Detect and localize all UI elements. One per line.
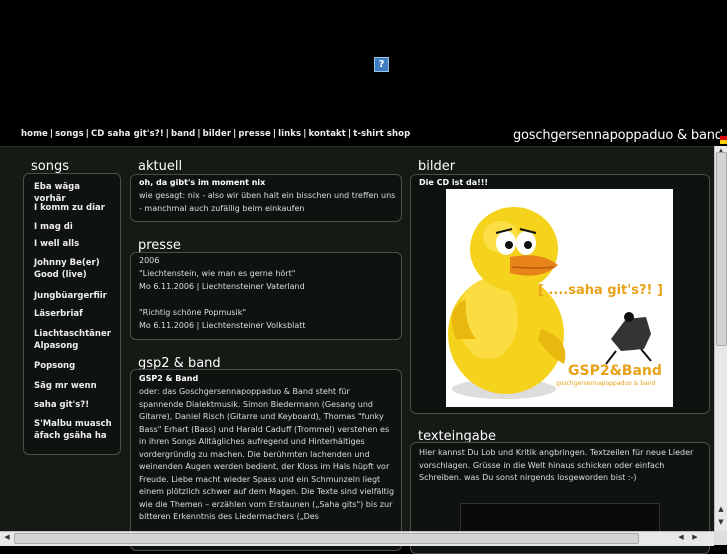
gsp2-heading: GSP2 & Band	[139, 374, 199, 383]
vertical-scroll-thumb[interactable]	[716, 152, 727, 346]
aktuell-title: aktuell	[138, 159, 183, 174]
presse-year: 2006	[139, 256, 160, 265]
scroll-left-icon-right[interactable]: ◀	[676, 533, 686, 541]
brand-name: goschgersennapoppaduo & band	[513, 128, 723, 143]
nav-link-2[interactable]: CD saha git's?!	[91, 129, 164, 139]
nav-separator: |	[49, 129, 54, 139]
cd-slogan: [ ....saha git's?! ]	[538, 283, 663, 298]
nav-separator: |	[197, 129, 201, 139]
nav-link-3[interactable]: band	[171, 129, 195, 139]
song-link-6[interactable]: Läserbriaf	[34, 308, 114, 320]
nav-separator: |	[165, 129, 170, 139]
song-link-3[interactable]: I well alls	[34, 238, 114, 250]
nav-separator: |	[347, 129, 352, 139]
nav-link-5[interactable]: presse	[238, 129, 271, 139]
horizontal-scroll-thumb[interactable]	[14, 533, 639, 544]
songs-menu: Eba wäga vorhär I komm zu diar I mag di I w…	[23, 173, 121, 455]
presse-box: 2006 "Liechtenstein, wie man es gerne hö…	[130, 252, 402, 340]
song-link-4[interactable]: Johnny Be(er) Good (live)	[34, 257, 114, 281]
main-nav: home | songs | CD saha git's?! | band | bilder | p…	[21, 129, 410, 139]
aktuell-heading: oh, da gibt's im moment nix	[139, 178, 266, 187]
song-link-5[interactable]: Jungbüargerfiir	[34, 290, 114, 302]
nav-separator: |	[233, 129, 237, 139]
nav-link-6[interactable]: links	[278, 129, 301, 139]
presse-quote-2[interactable]: "Richtig schöne Popmusik"	[139, 307, 246, 320]
gsp2-text: oder: das Goschgersennapoppaduo & Band s…	[139, 387, 395, 521]
presse-quote-1[interactable]: "Liechtenstein, wie man es gerne hört"	[139, 268, 295, 281]
bilder-title: bilder	[418, 159, 456, 174]
nav-link-8[interactable]: t-shirt shop	[353, 129, 410, 139]
scroll-left-icon[interactable]: ◀	[2, 533, 12, 541]
aktuell-box: oh, da gibt's im moment nix wie gesagt: …	[130, 174, 402, 222]
nav-link-0[interactable]: home	[21, 129, 48, 139]
song-link-9[interactable]: Säg mr wenn	[34, 380, 114, 392]
cd-band-name: GSP2&Band	[568, 363, 662, 379]
cd-cover-image[interactable]: [ ....saha git's?! ] GSP2&Band goschgers…	[446, 189, 673, 407]
nav-separator: |	[85, 129, 89, 139]
scroll-right-icon[interactable]: ▶	[690, 533, 700, 541]
scroll-up-icon-bottom[interactable]: ▲	[715, 505, 727, 513]
bilder-caption: Die CD ist da!!!	[419, 178, 489, 187]
nav-link-4[interactable]: bilder	[203, 129, 232, 139]
header-banner	[0, 0, 727, 127]
nav-link-1[interactable]: songs	[55, 129, 84, 139]
texteingabe-text: Hier kannst Du Lob und Kritik angbringen…	[419, 448, 694, 482]
presse-title: presse	[138, 238, 181, 253]
cd-band-sub: goschgersennapoppaduo & band	[556, 380, 656, 387]
nav-separator: |	[303, 129, 307, 139]
song-link-2[interactable]: I mag di	[34, 221, 114, 233]
song-link-11[interactable]: S'Malbu muasch äfach gsäha ha	[34, 418, 114, 442]
presse-source-1: Mo 6.11.2006 | Liechtensteiner Vaterland	[139, 282, 305, 291]
nav-separator: |	[272, 129, 277, 139]
scrollbar-corner	[714, 531, 727, 545]
songs-title: songs	[31, 159, 69, 174]
aktuell-text: wie gesagt: nix - also wir üben halt ein…	[139, 191, 396, 213]
flag-icon	[720, 132, 727, 144]
missing-image-icon: ?	[374, 57, 389, 72]
song-link-10[interactable]: saha git's?!	[34, 399, 114, 411]
song-link-8[interactable]: Popsong	[34, 360, 114, 372]
gsp2-box: GSP2 & Band oder: das Goschgersennapoppa…	[130, 369, 402, 551]
nav-link-7[interactable]: kontakt	[308, 129, 346, 139]
song-link-1[interactable]: I komm zu diar	[34, 202, 114, 214]
presse-source-2: Mo 6.11.2006 | Liechtensteiner Volksblat…	[139, 321, 306, 330]
song-link-7[interactable]: Liachtaschtäner Alpasong	[34, 328, 114, 352]
scroll-down-icon[interactable]: ▼	[715, 518, 727, 526]
